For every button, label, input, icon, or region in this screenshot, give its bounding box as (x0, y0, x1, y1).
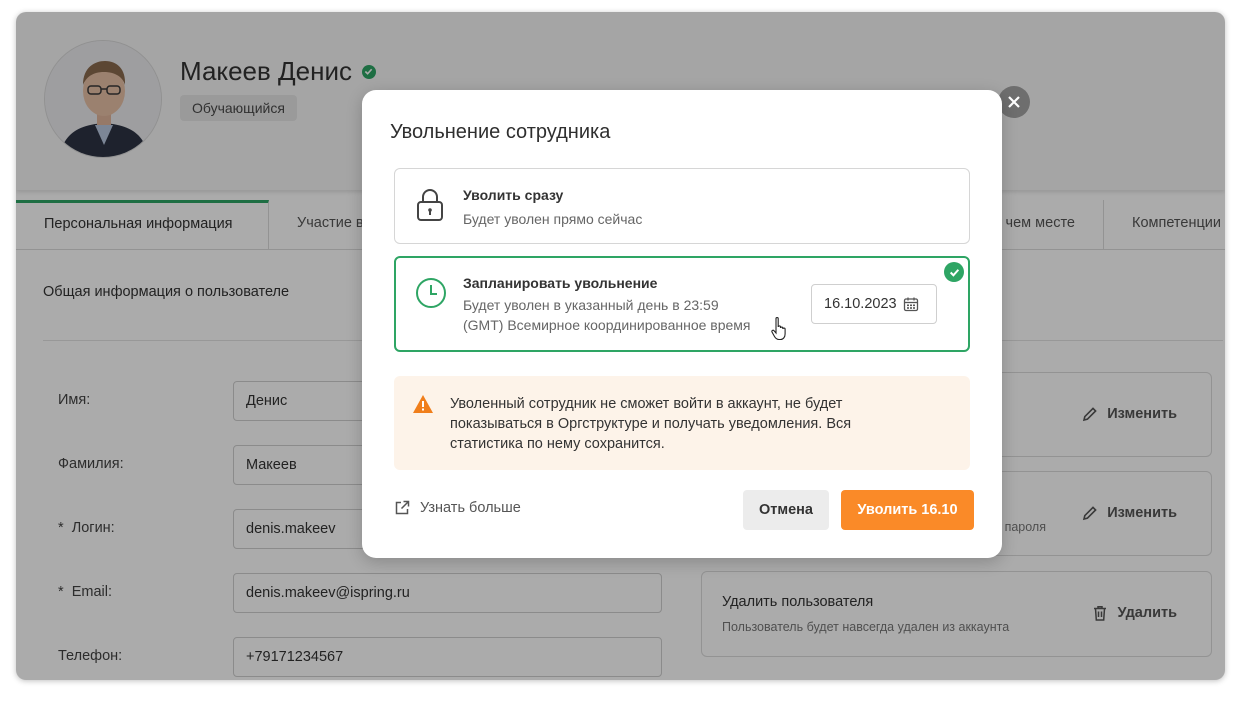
clock-icon (416, 278, 446, 308)
close-icon (1008, 96, 1020, 108)
warning-icon (413, 395, 433, 413)
option-dismiss-now-subtitle: Будет уволен прямо сейчас (463, 211, 643, 227)
option-schedule-subtitle: Будет уволен в указанный день в 23:59 (G… (463, 295, 783, 335)
confirm-dismiss-button[interactable]: Уволить 16.10 (841, 490, 974, 530)
learn-more-label: Узнать больше (420, 500, 521, 516)
warning-text: Уволенный сотрудник не сможет войти в ак… (450, 396, 852, 452)
hand-cursor-icon (771, 317, 786, 341)
calendar-icon[interactable] (903, 296, 919, 312)
option-dismiss-now[interactable]: Уволить сразу Будет уволен прямо сейчас (394, 168, 970, 244)
option-schedule-subtitle-line1: Будет уволен в указанный день в 23:59 (463, 297, 719, 313)
option-schedule-subtitle-line2: (GMT) Всемирное координированное время (463, 317, 751, 333)
option-dismiss-now-title: Уволить сразу (463, 187, 564, 203)
warning-notice: Уволенный сотрудник не сможет войти в ак… (394, 376, 970, 470)
external-link-icon (395, 500, 410, 515)
option-schedule-title: Запланировать увольнение (463, 275, 658, 291)
option-schedule-dismissal[interactable]: Запланировать увольнение Будет уволен в … (394, 256, 970, 352)
date-picker-field[interactable]: 16.10.2023 (811, 284, 937, 324)
selected-check-icon (944, 262, 964, 282)
date-value: 16.10.2023 (824, 296, 897, 312)
dialog-title: Увольнение сотрудника (390, 121, 611, 143)
close-button[interactable] (998, 86, 1030, 118)
cancel-button[interactable]: Отмена (743, 490, 829, 530)
learn-more-link[interactable]: Узнать больше (394, 500, 521, 516)
lock-icon (417, 189, 443, 221)
dismiss-employee-dialog: Увольнение сотрудника Уволить сразу Буде… (362, 90, 1002, 558)
